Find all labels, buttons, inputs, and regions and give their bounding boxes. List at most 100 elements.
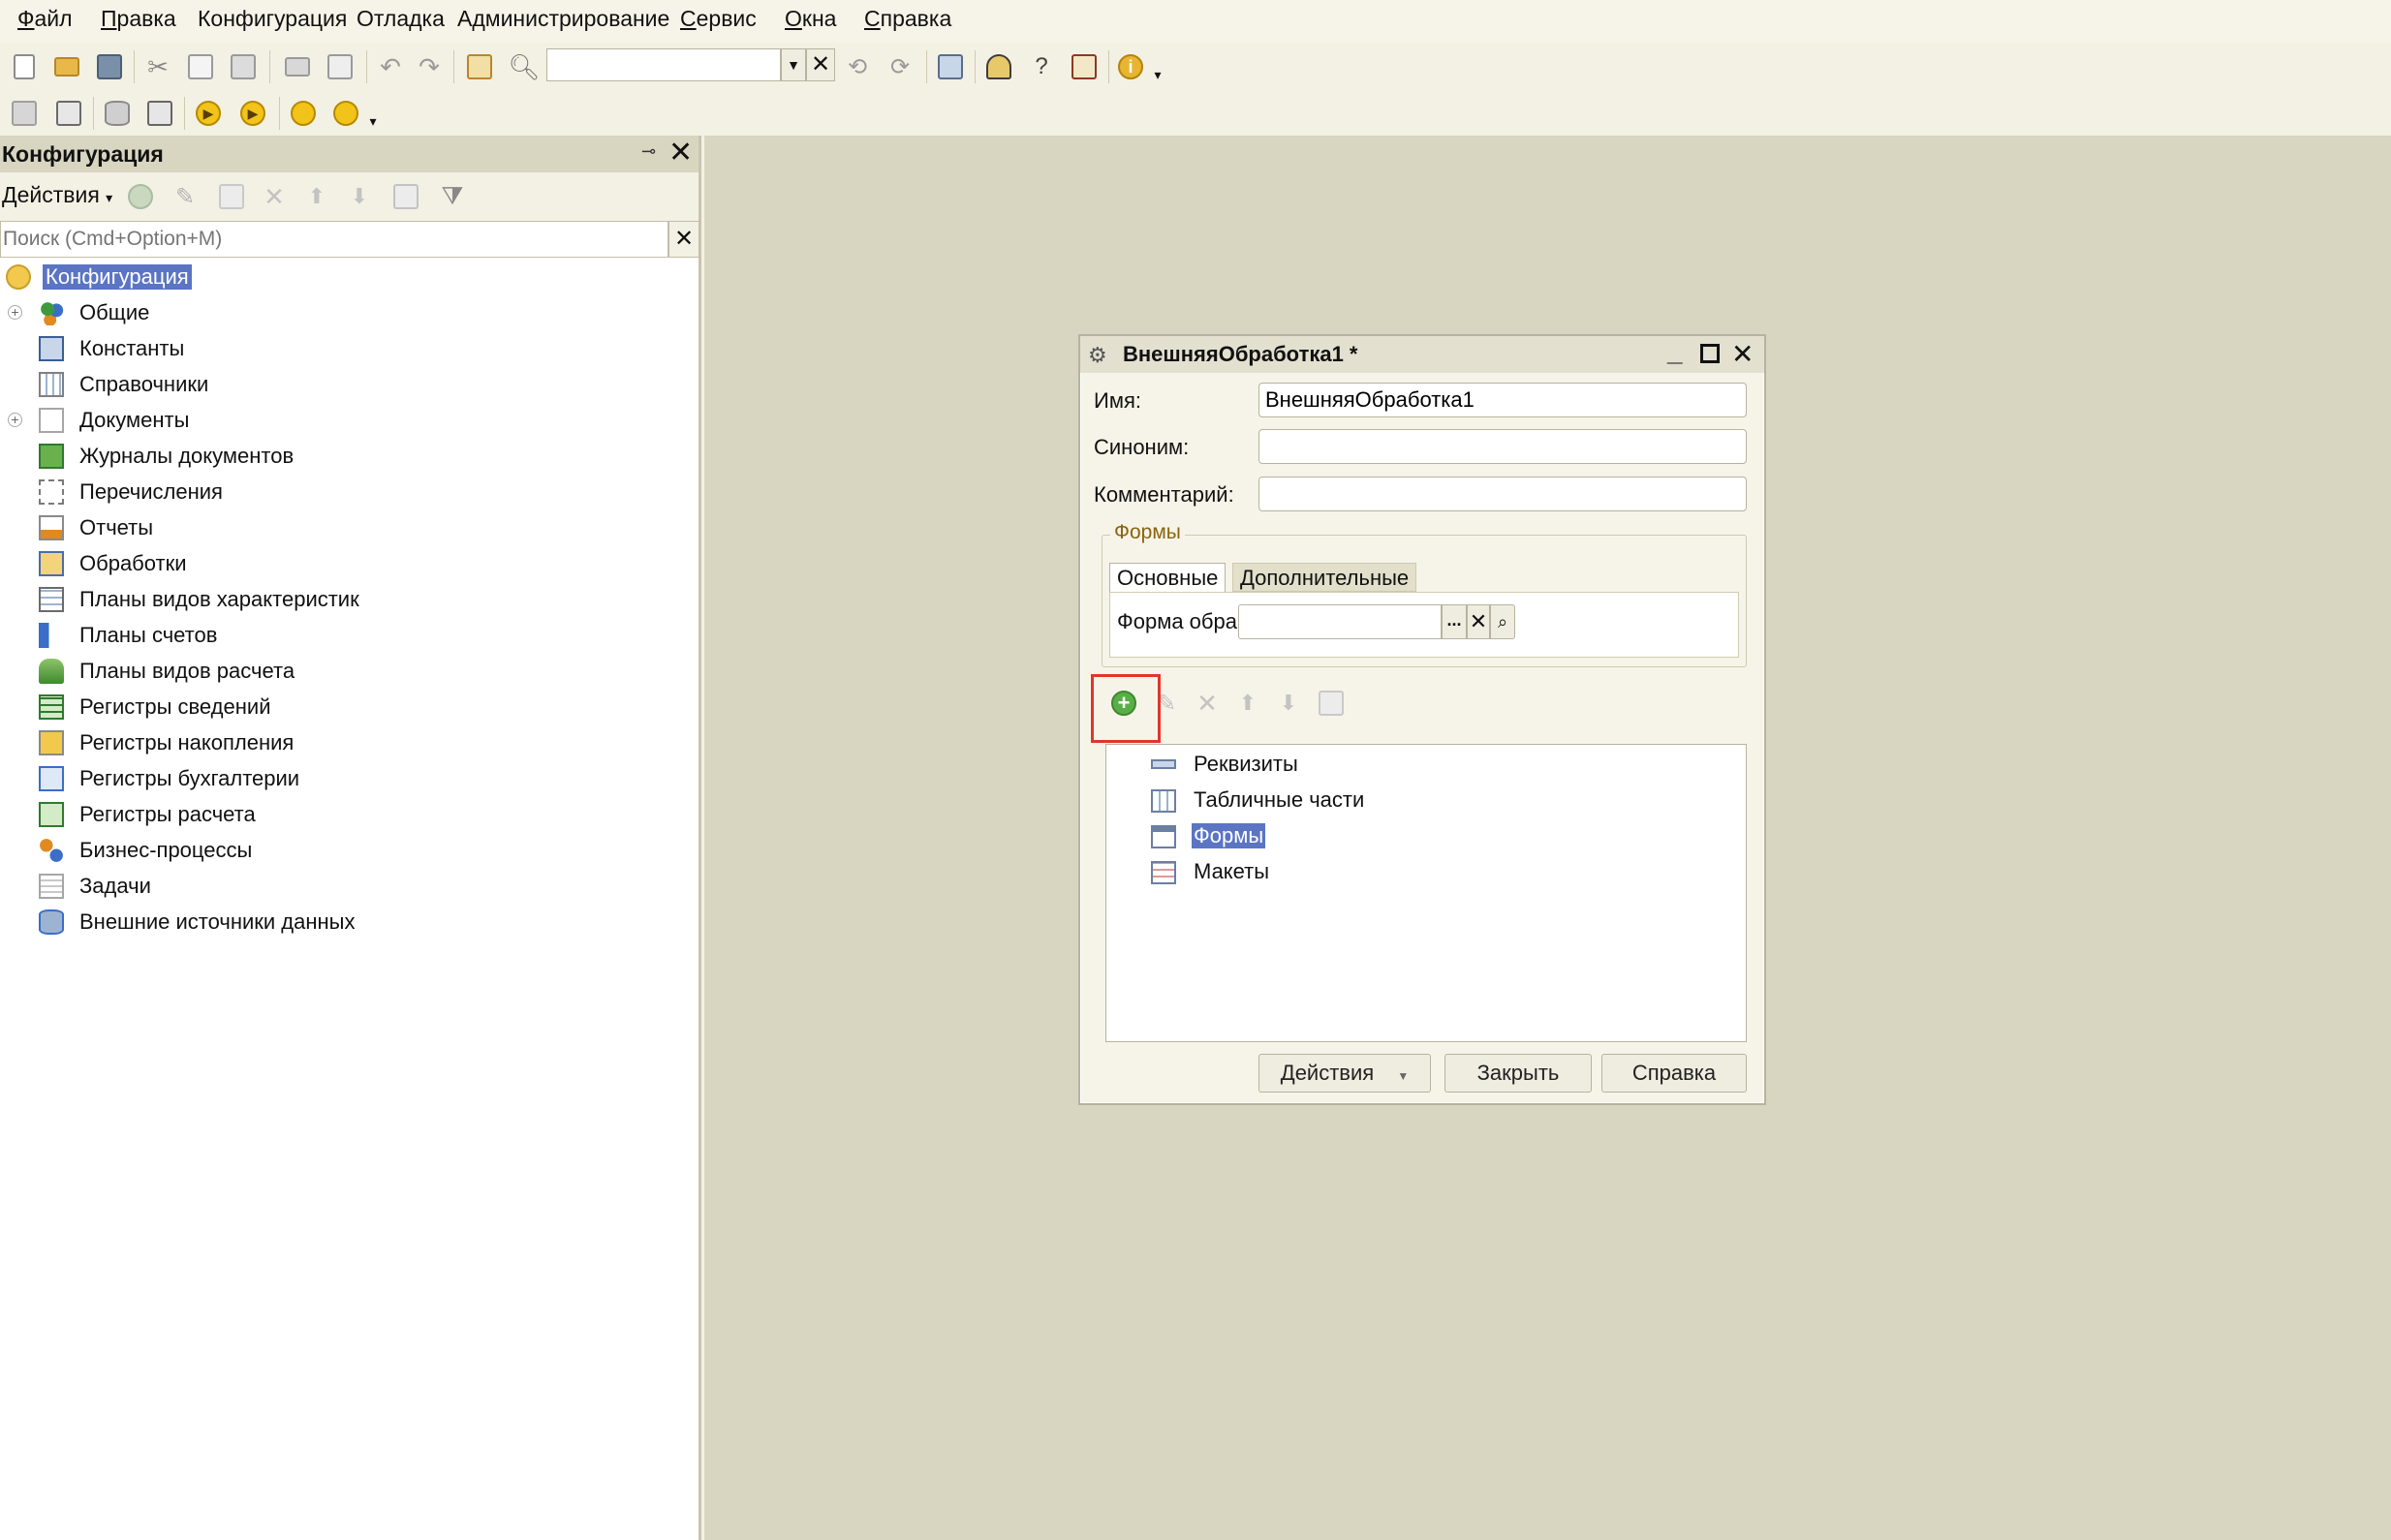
chart-of-accounts-icon	[39, 623, 64, 648]
tree-item[interactable]: Планы видов характеристик	[0, 582, 699, 618]
menu-help[interactable]: Справка	[864, 6, 951, 32]
search-icon[interactable]: 🔍︎	[508, 50, 541, 83]
copy-icon[interactable]	[184, 50, 217, 83]
menu-configuration[interactable]: Конфигурация	[198, 6, 347, 32]
menu-debug[interactable]: Отладка	[357, 6, 445, 32]
tree-item[interactable]: Перечисления	[0, 475, 699, 510]
edit-icon[interactable]: ✎	[169, 180, 202, 213]
cut-icon[interactable]: ✂	[141, 50, 174, 83]
tree-item[interactable]: + Общие	[0, 295, 699, 331]
connect-debugger-icon[interactable]	[287, 97, 320, 130]
tree-item[interactable]: Регистры накопления	[0, 725, 699, 761]
save-icon[interactable]	[93, 50, 126, 83]
update-database-icon[interactable]	[143, 97, 176, 130]
open-form-button[interactable]: ⌕	[1490, 604, 1515, 639]
configuration-search-input[interactable]	[0, 221, 668, 258]
expand-icon[interactable]: +	[8, 305, 22, 320]
synonym-field[interactable]	[1258, 429, 1747, 464]
toolbar-more-icon[interactable]: ▾	[1149, 58, 1166, 91]
expand-icon[interactable]: +	[8, 413, 22, 427]
tree-item[interactable]: Обработки	[0, 546, 699, 582]
tree-root-configuration[interactable]: Конфигурация	[0, 260, 699, 295]
tree-item[interactable]: Регистры расчета	[0, 797, 699, 833]
database-icon[interactable]	[101, 97, 134, 130]
menu-edit[interactable]: Правка	[101, 6, 176, 32]
move-down-icon[interactable]: ⬇	[1272, 687, 1305, 720]
name-field[interactable]	[1258, 383, 1747, 417]
syntax-assistant-icon[interactable]	[982, 50, 1015, 83]
search-clear-button[interactable]: ✕	[668, 221, 699, 258]
minimize-icon[interactable]: _	[1667, 336, 1683, 367]
add-icon[interactable]	[124, 180, 157, 213]
open-folder-icon[interactable]	[50, 50, 83, 83]
delete-icon[interactable]: ✕	[258, 180, 291, 213]
comment-field[interactable]	[1258, 477, 1747, 511]
delete-icon[interactable]: ✕	[1191, 687, 1224, 720]
start-debugging-icon[interactable]: ▶	[192, 97, 225, 130]
search-dropdown-button[interactable]: ▼	[781, 48, 806, 81]
menu-windows[interactable]: Окна	[785, 6, 836, 32]
pin-icon[interactable]: ⊸	[641, 141, 656, 162]
tree-item[interactable]: Константы	[0, 331, 699, 367]
tree-item[interactable]: Формы	[1106, 818, 1744, 854]
move-up-icon[interactable]: ⬆	[300, 180, 333, 213]
help-search-icon[interactable]: ?	[1025, 50, 1058, 83]
paste-icon[interactable]	[227, 50, 260, 83]
tree-item[interactable]: Регистры сведений	[0, 690, 699, 725]
sort-icon[interactable]	[389, 180, 422, 213]
tab-additional[interactable]: Дополнительные	[1232, 563, 1417, 592]
add-child-icon[interactable]	[215, 180, 248, 213]
find-next-icon[interactable]: ⟲	[841, 50, 874, 83]
menu-service[interactable]: Сервис	[680, 6, 757, 32]
redo-icon[interactable]: ↷	[413, 50, 446, 83]
sort-icon[interactable]	[1315, 687, 1348, 720]
new-file-icon[interactable]	[8, 50, 41, 83]
print-icon[interactable]	[281, 50, 314, 83]
menu-administration[interactable]: Администрирование	[457, 6, 669, 32]
run-enterprise-icon[interactable]: ▶	[236, 97, 269, 130]
tree-item[interactable]: Планы видов расчета	[0, 654, 699, 690]
find-in-files-icon[interactable]	[463, 50, 496, 83]
processor-form-field[interactable]	[1238, 604, 1442, 639]
info-icon[interactable]: i	[1114, 50, 1147, 83]
actions-menu-button[interactable]: Действия ▾	[2, 182, 112, 208]
tree-item[interactable]: Реквизиты	[1106, 747, 1744, 783]
tree-item[interactable]: Внешние источники данных	[0, 905, 699, 940]
maximize-icon[interactable]	[1700, 344, 1720, 363]
tree-item[interactable]: Планы счетов	[0, 618, 699, 654]
find-previous-icon[interactable]: ⟳	[884, 50, 916, 83]
help-contents-icon[interactable]	[1068, 50, 1101, 83]
help-button[interactable]: Справка	[1601, 1054, 1747, 1093]
compare-configuration-icon[interactable]	[52, 97, 85, 130]
tree-item-label: Регистры сведений	[79, 694, 271, 719]
menu-file[interactable]: Файл	[17, 6, 73, 32]
toolbar-more-icon[interactable]: ▾	[364, 105, 382, 138]
tree-item[interactable]: Макеты	[1106, 854, 1744, 890]
windows-icon[interactable]	[934, 50, 967, 83]
tree-item[interactable]: Бизнес-процессы	[0, 833, 699, 869]
print-preview-icon[interactable]	[324, 50, 357, 83]
open-configuration-icon[interactable]	[8, 97, 41, 130]
close-button[interactable]: Закрыть	[1444, 1054, 1592, 1093]
select-form-button[interactable]: ...	[1442, 604, 1467, 639]
tree-item-label: Перечисления	[79, 479, 223, 504]
tree-item[interactable]: Справочники	[0, 367, 699, 403]
undo-icon[interactable]: ↶	[374, 50, 407, 83]
tree-item[interactable]: Задачи	[0, 869, 699, 905]
tree-item[interactable]: Отчеты	[0, 510, 699, 546]
search-clear-button[interactable]: ✕	[806, 48, 835, 81]
tab-main[interactable]: Основные	[1109, 563, 1227, 592]
close-icon[interactable]: ✕	[1731, 338, 1754, 370]
actions-button[interactable]: Действия ▼	[1258, 1054, 1431, 1093]
debug-items-icon[interactable]	[329, 97, 362, 130]
clear-form-button[interactable]: ✕	[1467, 604, 1490, 639]
tree-item[interactable]: Журналы документов	[0, 439, 699, 475]
filter-icon[interactable]: ⧩	[436, 180, 469, 213]
move-up-icon[interactable]: ⬆	[1231, 687, 1264, 720]
tree-item[interactable]: Табличные части	[1106, 783, 1744, 818]
toolbar-search-input[interactable]	[546, 48, 781, 81]
tree-item[interactable]: + Документы	[0, 403, 699, 439]
tree-item[interactable]: Регистры бухгалтерии	[0, 761, 699, 797]
move-down-icon[interactable]: ⬇	[343, 180, 376, 213]
close-icon[interactable]: ✕	[668, 136, 693, 169]
